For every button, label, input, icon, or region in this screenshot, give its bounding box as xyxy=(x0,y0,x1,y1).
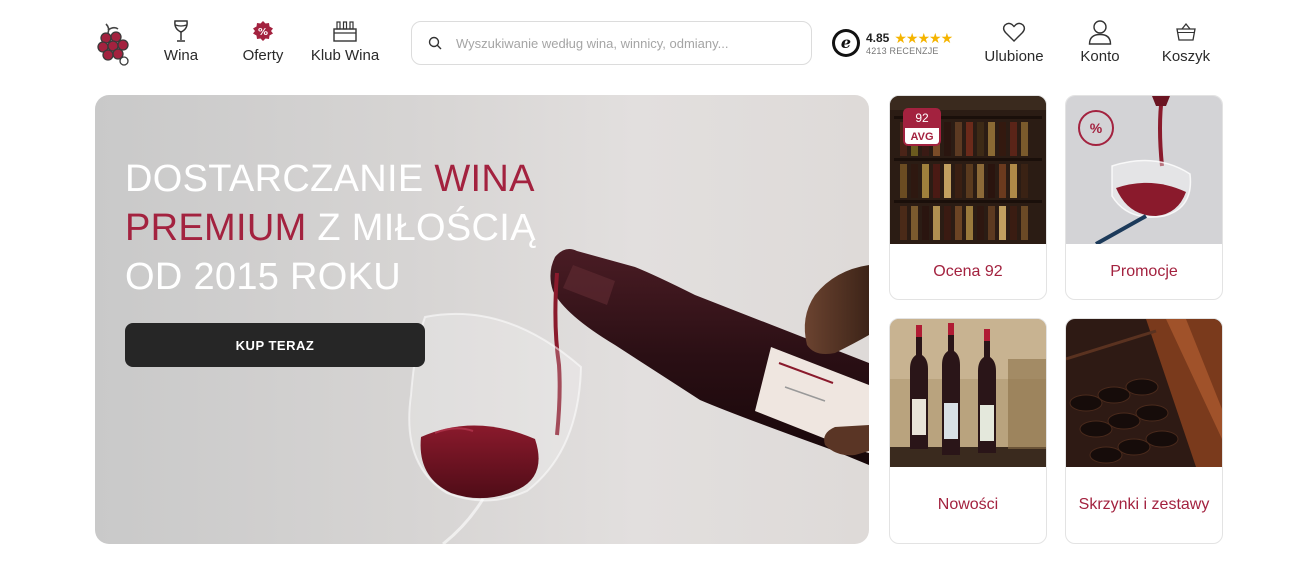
tile-label-new: Nowości xyxy=(937,496,999,513)
nav-klub-wina[interactable]: Klub Wina xyxy=(306,18,384,64)
nav-wina[interactable]: Wina xyxy=(160,18,202,64)
nav-oferty-label: Oferty xyxy=(242,47,284,64)
svg-text:%: % xyxy=(258,27,268,38)
tile-label-cases-sets: Skrzynki i zestawy xyxy=(1078,496,1210,513)
score-badge-avg: AVG xyxy=(903,128,941,146)
hero-title-part3: OD 2015 ROKU xyxy=(125,256,402,298)
wine-case-icon xyxy=(333,21,357,42)
nav-oferty[interactable]: % Oferty xyxy=(238,18,288,64)
hero-title-part1: DOSTARCZANIE xyxy=(125,158,435,200)
hero-banner: DOSTARCZANIE WINA PREMIUM Z MIŁOŚCIĄ OD … xyxy=(95,95,869,544)
category-tile-cases-sets[interactable]: Skrzynki i zestawy xyxy=(1065,318,1223,544)
account-link[interactable]: Konto xyxy=(1078,18,1122,65)
trusted-rating[interactable]: e 4.85 ★★★★★ 4213 RECENZJE xyxy=(832,28,953,58)
tile-label-promotions: Promocje xyxy=(1110,262,1178,280)
nav-klub-wina-label: Klub Wina xyxy=(310,47,380,64)
tile-image-bottles xyxy=(890,319,1046,467)
favorites-link[interactable]: Ulubione xyxy=(982,18,1046,65)
tile-label-rating-92: Ocena 92 xyxy=(933,262,1003,280)
basket-icon xyxy=(1176,22,1196,41)
percent-badge-icon: % xyxy=(253,21,273,41)
trusted-badge-icon: e xyxy=(832,29,860,57)
rating-reviews: 4213 RECENZJE xyxy=(866,45,939,56)
hero-title-accent1: WINA xyxy=(434,158,535,200)
search-input[interactable] xyxy=(456,35,776,51)
buy-now-button[interactable]: KUP TERAZ xyxy=(125,323,425,367)
search-icon xyxy=(428,36,442,50)
percent-icon: % xyxy=(1078,110,1114,146)
tile-image-cellar xyxy=(1066,319,1222,467)
search-bar[interactable] xyxy=(411,21,812,65)
rating-score: 4.85 xyxy=(866,30,890,45)
rating-stars-icon: ★★★★★ xyxy=(894,29,953,46)
cart-label: Koszyk xyxy=(1161,48,1211,65)
hero-title: DOSTARCZANIE WINA PREMIUM Z MIŁOŚCIĄ OD … xyxy=(125,155,585,302)
category-tile-rating-92[interactable]: 92 AVG Ocena 92 xyxy=(889,95,1047,300)
cart-link[interactable]: Koszyk xyxy=(1160,18,1212,65)
grape-logo-icon[interactable] xyxy=(96,20,132,66)
user-icon xyxy=(1088,20,1112,45)
nav-wina-label: Wina xyxy=(163,47,199,64)
site-header: Wina % Oferty Klub Wina Wyszukiwanie wed… xyxy=(0,0,1316,88)
score-badge-number: 92 xyxy=(903,108,941,128)
trusted-badge-letter: e xyxy=(835,32,857,54)
account-label: Konto xyxy=(1080,48,1120,65)
heart-icon xyxy=(1002,22,1026,42)
wine-glass-icon xyxy=(174,20,188,42)
score-badge: 92 AVG xyxy=(903,108,941,146)
category-tile-promotions[interactable]: % Promocje xyxy=(1065,95,1223,300)
favorites-label: Ulubione xyxy=(984,48,1044,65)
hero-title-accent2: PREMIUM xyxy=(125,207,307,249)
category-tile-new[interactable]: Nowości xyxy=(889,318,1047,544)
tile-image-wine-shelves: 92 AVG xyxy=(890,96,1046,244)
tile-image-wine-pour: % xyxy=(1066,96,1222,244)
hero-title-part2: Z MIŁOŚCIĄ xyxy=(306,207,536,249)
